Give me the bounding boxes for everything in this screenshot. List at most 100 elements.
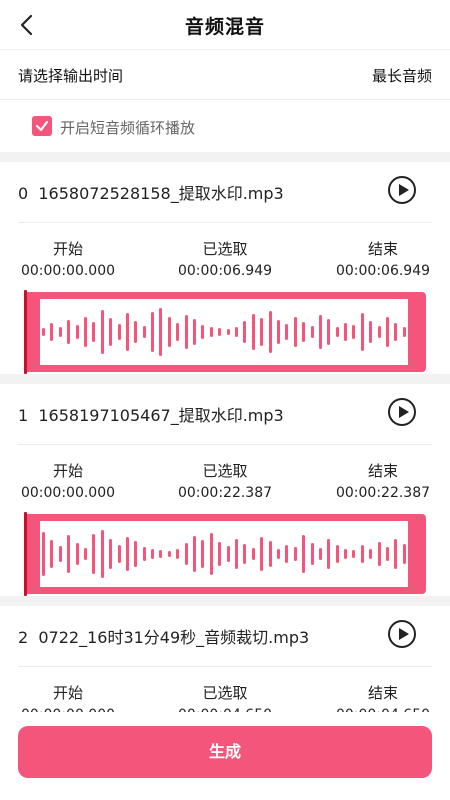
waveform-bar	[201, 540, 205, 568]
waveform-bar	[167, 317, 171, 347]
waveform-bar	[142, 326, 146, 338]
end-time: 00:00:06.949	[335, 263, 431, 279]
waveform-bar	[276, 320, 280, 344]
waveform-bar	[83, 317, 87, 347]
track-name: 0 1658072528158_提取水印.mp3	[18, 180, 284, 204]
waveform-bar	[402, 544, 406, 564]
track-index: 2	[18, 628, 29, 647]
waveform-bar	[109, 318, 113, 346]
waveform-bar	[50, 540, 54, 568]
waveform-bar	[335, 327, 339, 337]
play-button[interactable]	[388, 620, 416, 648]
waveform-bar	[209, 533, 213, 575]
waveform-bar	[344, 549, 348, 559]
waveform-bar	[100, 530, 104, 578]
waveform-bar	[75, 543, 79, 565]
start-header: 开始	[52, 462, 83, 480]
waveform-bar	[285, 545, 289, 563]
selected-header: 已选取	[202, 462, 248, 480]
output-time-row[interactable]: 请选择输出时间 最长音频	[0, 50, 450, 100]
selected-time: 00:00:06.949	[177, 263, 273, 279]
start-time: 00:00:00.000	[20, 485, 116, 501]
waveform-trimmer[interactable]	[24, 290, 426, 374]
footer: 生成	[0, 712, 450, 800]
track-index: 1	[18, 406, 29, 425]
waveform-bar	[58, 546, 62, 562]
waveform-bar	[386, 547, 390, 561]
waveform-bar	[159, 550, 163, 558]
playhead-marker[interactable]	[24, 290, 27, 374]
waveform-bar	[75, 325, 79, 339]
waveform	[40, 299, 408, 365]
waveform-bar	[42, 532, 45, 576]
card-divider	[18, 444, 432, 445]
play-button[interactable]	[388, 398, 416, 426]
selected-time: 00:00:22.387	[177, 485, 273, 501]
waveform-bar	[218, 328, 222, 336]
waveform-bar	[134, 321, 138, 343]
waveform-bar	[285, 324, 289, 340]
waveform-bar	[293, 547, 297, 561]
playhead-marker[interactable]	[24, 512, 27, 596]
output-time-label: 请选择输出时间	[18, 67, 124, 85]
waveform-bar	[344, 323, 348, 341]
waveform-bar	[117, 545, 121, 563]
loop-option-row: 开启短音频循环播放	[0, 100, 450, 152]
waveform-bar	[184, 543, 188, 565]
section-divider	[0, 374, 450, 384]
selected-column: 已选取 00:00:06.949	[175, 238, 275, 279]
waveform-bar	[193, 319, 197, 345]
card-divider	[18, 222, 432, 223]
waveform-bar	[218, 542, 222, 566]
waveform-bar	[42, 328, 45, 336]
waveform-bar	[377, 542, 381, 566]
waveform-bar	[159, 308, 163, 356]
waveform-bar	[234, 327, 238, 337]
waveform-bar	[226, 329, 230, 335]
waveform-bar	[67, 320, 71, 344]
waveform-trimmer[interactable]	[24, 512, 426, 596]
end-header: 结束	[367, 462, 398, 480]
waveform-bar	[402, 327, 406, 337]
waveform-bar	[226, 546, 230, 562]
waveform-bar	[201, 325, 205, 339]
end-column: 结束 00:00:06.949	[333, 238, 433, 279]
start-header: 开始	[52, 240, 83, 258]
waveform-bar	[243, 544, 247, 564]
end-time: 00:00:22.387	[335, 485, 431, 501]
output-time-value[interactable]: 最长音频	[372, 65, 432, 86]
start-header: 开始	[52, 684, 83, 702]
waveform-bar	[83, 548, 87, 560]
waveform-bar	[151, 312, 155, 352]
generate-button[interactable]: 生成	[18, 726, 432, 778]
selected-header: 已选取	[202, 684, 248, 702]
waveform-bar	[318, 548, 322, 560]
waveform-bar	[394, 323, 398, 341]
track-filename: 1658197105467_提取水印.mp3	[38, 406, 284, 425]
waveform-bar	[243, 321, 247, 343]
waveform-bar	[193, 536, 197, 572]
waveform-bar	[360, 545, 364, 563]
waveform-bar	[360, 313, 364, 351]
waveform-bar	[352, 550, 356, 558]
track-filename: 0722_16时31分49秒_音频裁切.mp3	[38, 628, 310, 647]
waveform-bar	[134, 541, 138, 567]
selected-column: 已选取 00:00:22.387	[175, 460, 275, 501]
waveform-bar	[142, 547, 146, 561]
waveform-bar	[302, 535, 306, 573]
check-icon	[35, 120, 49, 132]
waveform-bar	[167, 551, 171, 557]
start-column: 开始 00:00:00.000	[18, 238, 118, 279]
section-divider	[0, 152, 450, 162]
waveform-bar	[386, 317, 390, 347]
play-button[interactable]	[388, 176, 416, 204]
waveform-bar	[310, 326, 314, 338]
waveform-bar	[92, 322, 96, 342]
waveform-bar	[268, 541, 272, 567]
track-name: 2 0722_16时31分49秒_音频裁切.mp3	[18, 624, 309, 648]
track-card: 0 1658072528158_提取水印.mp3 开始 00:00:00.000…	[0, 162, 450, 374]
waveform-bar	[276, 549, 280, 559]
waveform-bar	[117, 324, 121, 340]
waveform-bars	[42, 299, 406, 365]
loop-checkbox[interactable]	[32, 116, 52, 136]
